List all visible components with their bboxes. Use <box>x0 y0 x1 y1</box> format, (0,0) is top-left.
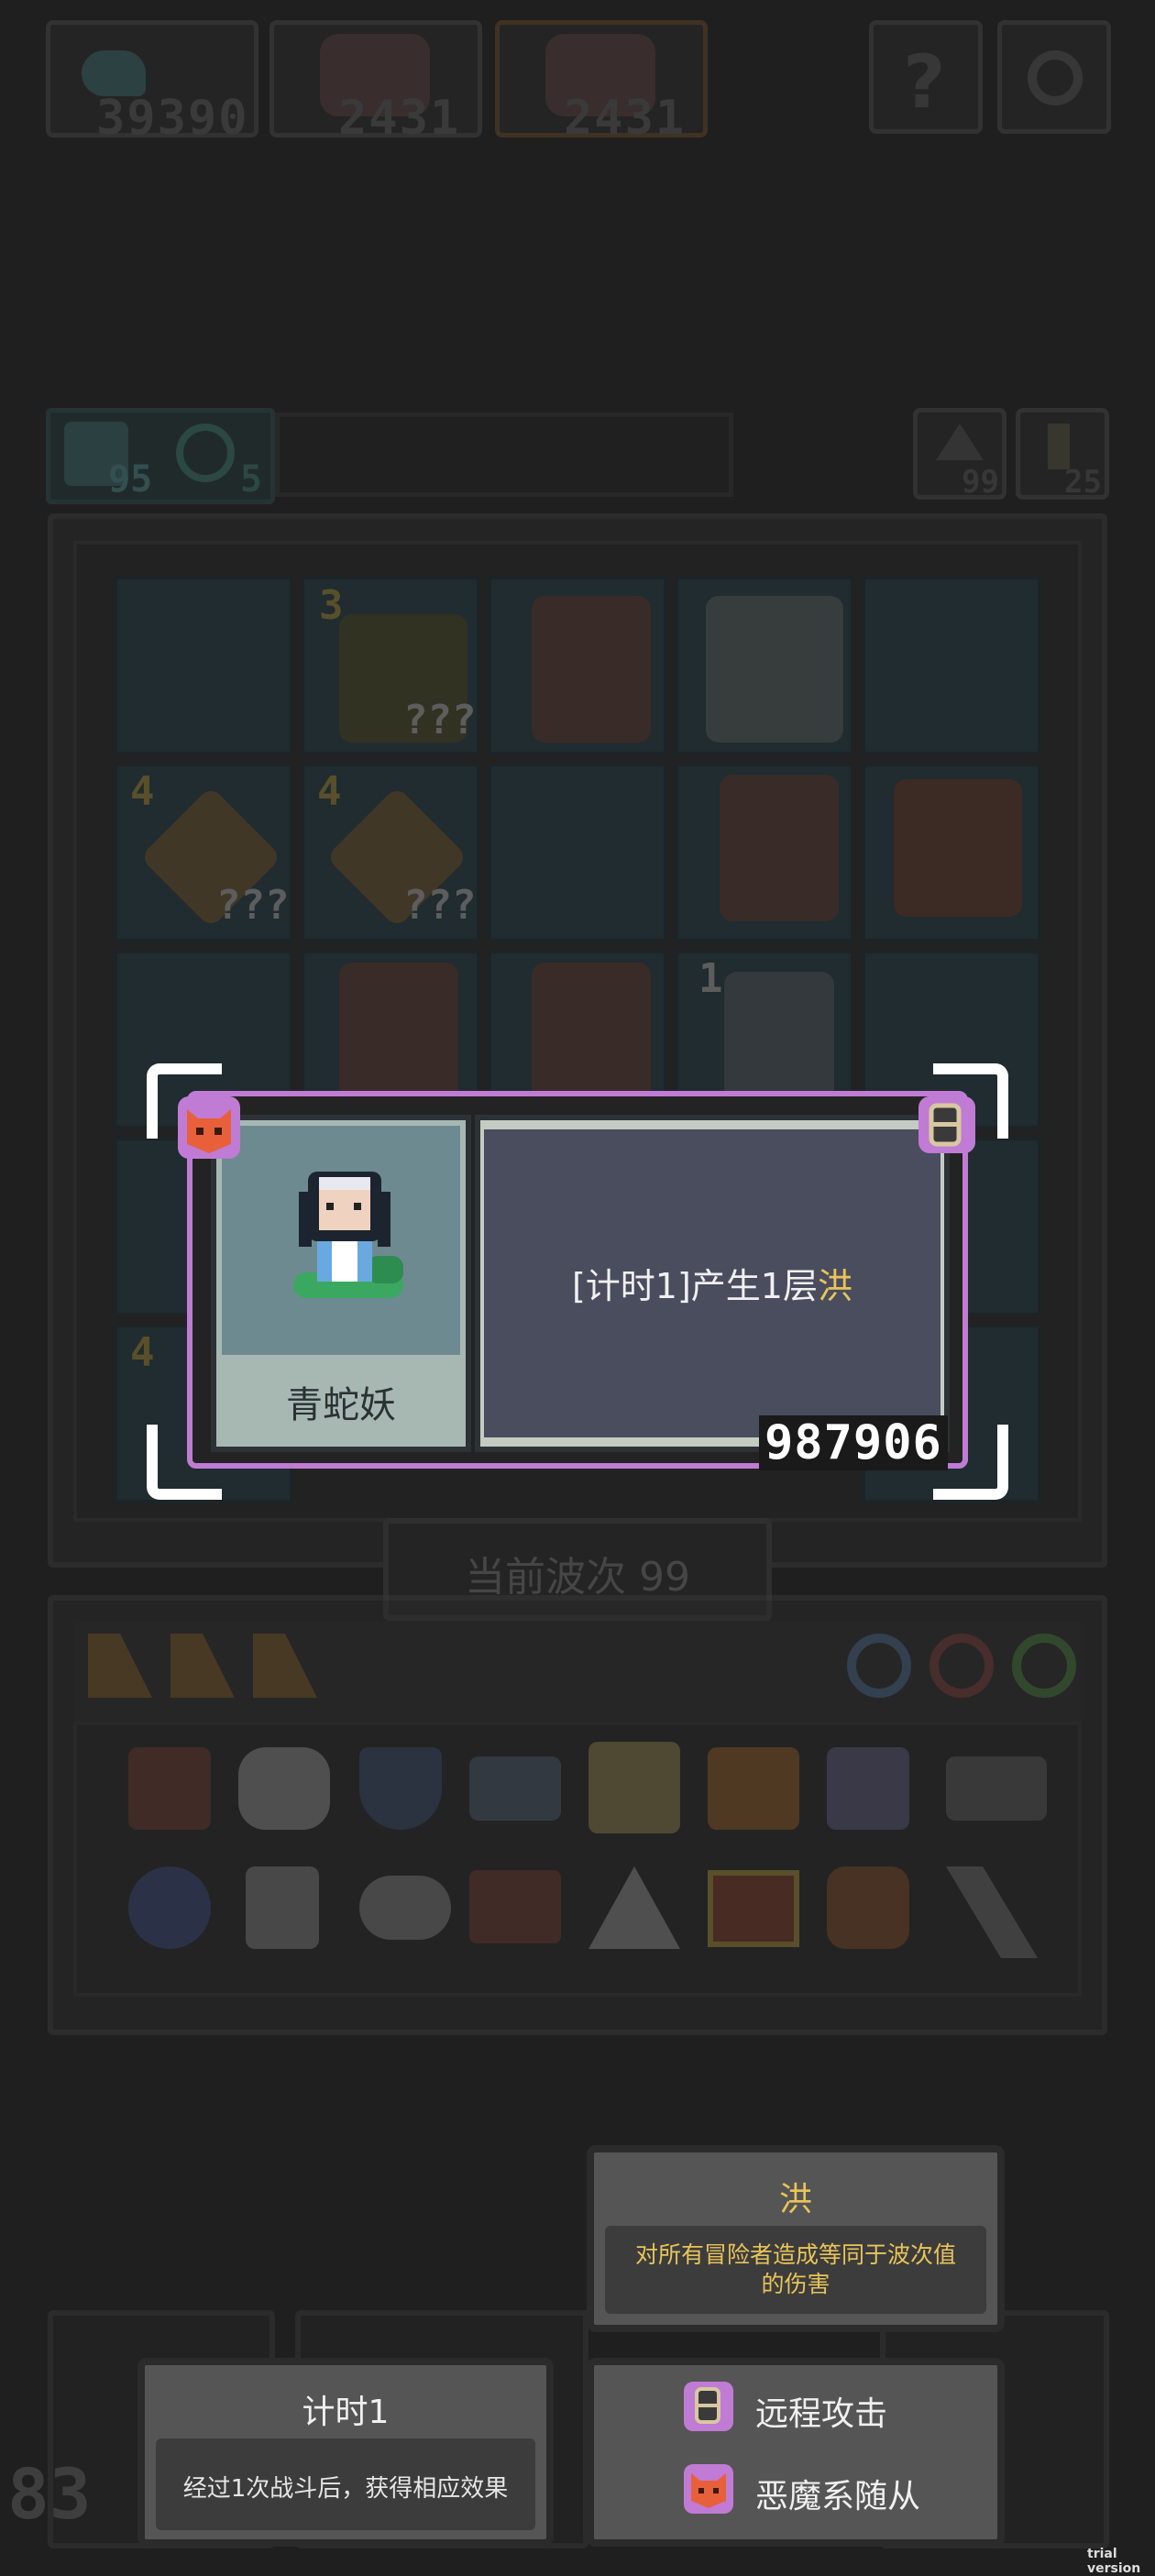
resource-value-2: 2431 <box>338 91 461 146</box>
question-icon: ? <box>903 39 946 125</box>
board-cell[interactable] <box>114 576 293 755</box>
demon-faction-icon <box>174 1093 244 1162</box>
board-cell[interactable] <box>862 576 1041 755</box>
board-cell[interactable] <box>488 763 667 942</box>
tooltip-timer-description: 经过1次战斗后，获得相应效果 <box>182 2475 509 2503</box>
resource-slot-3[interactable]: 2431 <box>495 20 708 146</box>
status-value-right-1: 99 <box>962 464 999 501</box>
resource-value-3: 2431 <box>564 91 687 146</box>
card-name: 青蛇妖 <box>286 1384 396 1426</box>
tooltip-flood: 洪 对所有冒险者造成等同于波次值的伤害 <box>587 2145 1005 2332</box>
green-ring-icon[interactable] <box>1012 1634 1076 1698</box>
lion-warrior-sprite <box>706 596 843 743</box>
level-tag: 3 <box>319 582 344 629</box>
tooltip-tags: 远程攻击 恶魔系随从 <box>587 2358 1005 2547</box>
cloud-item-icon[interactable] <box>359 1876 451 1940</box>
unknown-label: ??? <box>216 882 290 929</box>
level-tag: 4 <box>130 768 155 815</box>
wave-label: 当前波次 99 <box>465 1554 690 1601</box>
ranged-attack-icon <box>682 2380 735 2433</box>
gear-icon <box>1028 50 1083 105</box>
boot-item-icon[interactable] <box>827 1747 909 1830</box>
shield-item-icon[interactable] <box>359 1747 442 1830</box>
status-value-left-2: 5 <box>240 458 263 501</box>
leaf-icon <box>82 50 146 96</box>
demon-general-sprite <box>720 775 839 921</box>
clock-icon <box>176 424 235 482</box>
tooltip-flood-title: 洪 <box>778 2181 812 2218</box>
axe-item-icon[interactable] <box>588 1742 680 1833</box>
chest-item-icon[interactable] <box>469 1870 561 1943</box>
tooltip-flood-description: 对所有冒险者造成等同于波次值的伤害 <box>634 2241 956 2297</box>
tooltip-timer: 计时1 经过1次战斗后，获得相应效果 <box>138 2358 554 2547</box>
level-tag: 4 <box>317 768 342 815</box>
help-button[interactable]: ? <box>869 20 983 134</box>
tag-ranged-attack: 远程攻击 <box>755 2395 888 2433</box>
card-effect: [计时1]产生1层洪 <box>484 1258 940 1308</box>
snake-demon-portrait <box>266 1164 431 1338</box>
painting-item-icon[interactable] <box>708 1870 799 1947</box>
demon-faction-icon <box>682 2462 735 2515</box>
bottom-left-counter: 83 <box>7 2453 92 2535</box>
arrow-up-icon <box>936 424 984 460</box>
status-slot-right-1[interactable]: 99 <box>913 408 1006 501</box>
status-slot-right-2[interactable]: 25 <box>1016 408 1109 501</box>
tooltip-timer-title: 计时1 <box>302 2394 390 2431</box>
tag-demon-minion: 恶魔系随从 <box>755 2478 921 2515</box>
lantern-item-icon[interactable] <box>128 1747 211 1830</box>
flood-keyword[interactable]: 洪 <box>818 1266 852 1306</box>
bird-item-icon[interactable] <box>827 1866 909 1949</box>
level-tag: 1 <box>698 955 723 1002</box>
blue-ring-icon[interactable] <box>847 1634 911 1698</box>
resource-slot-2[interactable]: 2431 <box>270 20 482 146</box>
potion-item-icon[interactable] <box>128 1866 211 1949</box>
demon-general-sprite <box>532 596 651 743</box>
unknown-label: ??? <box>403 882 477 929</box>
resource-slot-1[interactable]: 39390 <box>46 20 258 146</box>
ranged-attack-icon <box>915 1093 979 1157</box>
red-beast-sprite <box>894 779 1022 917</box>
key-icon <box>1048 424 1070 469</box>
scroll-item-icon[interactable] <box>469 1756 561 1821</box>
card-effect-text: [计时1]产生1层 <box>571 1266 818 1306</box>
settings-button[interactable] <box>997 20 1111 134</box>
boot-item-icon[interactable] <box>246 1866 319 1949</box>
cat-item-icon[interactable] <box>238 1747 330 1830</box>
progress-bar <box>275 413 733 497</box>
card-id-number: 987906 <box>759 1415 948 1470</box>
ship-item-icon[interactable] <box>708 1747 799 1830</box>
red-ring-icon[interactable] <box>930 1634 994 1698</box>
anvil-item-icon[interactable] <box>946 1756 1047 1821</box>
card-popup[interactable]: 青蛇妖 [计时1]产生1层洪 987906 <box>147 1063 1008 1500</box>
watermark: trial version <box>1087 2547 1141 2576</box>
status-value-left-1: 95 <box>108 458 153 501</box>
status-value-right-2: 25 <box>1064 464 1102 501</box>
resource-value-1: 39390 <box>96 91 249 146</box>
unknown-label: ??? <box>403 697 477 743</box>
